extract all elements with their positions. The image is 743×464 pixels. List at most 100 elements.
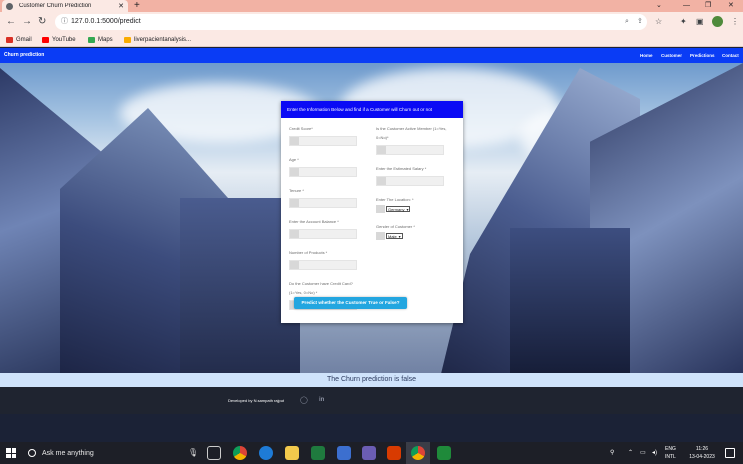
bookmark-site-icon [124, 36, 131, 43]
form-right-column: Is the Customer Active Member (1=Yes, 0=… [376, 126, 456, 251]
form-left-column: Credit Score* Age * Tenure * Enter the A… [289, 126, 369, 321]
field-label: Enter the Account Balance * [289, 219, 339, 224]
store-icon[interactable] [337, 446, 351, 460]
linkedin-icon[interactable]: in [319, 396, 324, 405]
field-label: Enter the Estimated Salary * [376, 166, 427, 171]
share-icon[interactable]: ⇪ [637, 14, 643, 30]
edge-icon[interactable] [259, 446, 273, 460]
page-footer: Developed by N.sampath rajput ◯ in [0, 387, 743, 414]
site-favicon-icon [6, 2, 13, 10]
active-member-input[interactable] [376, 145, 444, 155]
active-member-field: Is the Customer Active Member (1=Yes, 0=… [376, 126, 456, 155]
show-hidden-icons[interactable]: ⌃ [628, 442, 633, 464]
windows-start-icon[interactable] [6, 448, 16, 458]
location-select[interactable]: Germany ▾ [386, 206, 411, 212]
forward-arrow-icon[interactable]: → [22, 15, 32, 29]
location-value: Germany [388, 206, 405, 212]
maps-icon [88, 36, 95, 43]
salary-input[interactable] [376, 176, 444, 186]
age-field: Age * [289, 157, 369, 177]
site-info-icon[interactable]: ⓘ [61, 14, 68, 30]
address-bar[interactable]: ⓘ 127.0.0.1:5000/predict ⌕ ⇪ [55, 14, 647, 30]
field-label: Credit Score* [289, 126, 313, 131]
browser-menu-icon[interactable]: ⋮ [731, 15, 739, 29]
products-input[interactable] [289, 260, 357, 270]
volume-icon[interactable]: ◂) [652, 442, 657, 464]
close-window-icon[interactable]: ✕ [728, 0, 734, 12]
nav-customer[interactable]: Customer [661, 48, 682, 63]
task-view-icon[interactable] [207, 446, 221, 460]
products-field: Number of Products * [289, 250, 369, 270]
gender-value: Male [388, 233, 397, 239]
prediction-form: Enter the Information Below and find if … [281, 101, 463, 323]
bookmark-gmail[interactable]: Gmail [6, 33, 32, 46]
nav-contact[interactable]: Contact [722, 48, 739, 63]
skyscraper [510, 228, 630, 378]
extensions-icon[interactable]: ✦ [680, 15, 687, 29]
system-clock[interactable]: 11:26 13-04-2023 [687, 445, 717, 461]
credit-score-field: Credit Score* [289, 126, 369, 146]
tenure-input[interactable] [289, 198, 357, 208]
tenure-field: Tenure * [289, 188, 369, 208]
network-icon[interactable]: ▭ [640, 442, 646, 464]
minimize-icon[interactable]: — [683, 0, 690, 12]
excel-icon[interactable] [311, 446, 325, 460]
form-header: Enter the Information Below and find if … [281, 101, 463, 118]
predict-button[interactable]: Predict whether the Customer True or Fal… [294, 297, 407, 309]
tab-search-icon[interactable]: ⌄ [656, 0, 662, 12]
new-tab-icon[interactable]: + [134, 0, 140, 11]
field-label: 0=No)* [376, 135, 389, 140]
clock-date: 13-04-2023 [689, 454, 715, 460]
file-explorer-icon[interactable] [285, 446, 299, 460]
field-label: (1=Yes, 0=No) * [289, 290, 318, 295]
balance-input[interactable] [289, 229, 357, 239]
bookmark-liverpacient[interactable]: liverpacientanalysis... [124, 33, 191, 46]
brand-title[interactable]: Churn prediction [4, 48, 44, 63]
bookmark-maps[interactable]: Maps [88, 33, 113, 46]
bookmarks-bar: Gmail YouTube Maps liverpacientanalysis.… [0, 33, 743, 47]
lang-layout: INTL [665, 454, 676, 460]
nav-home[interactable]: Home [640, 48, 653, 63]
github-icon[interactable]: ◯ [300, 396, 308, 405]
chevron-down-icon: ▾ [406, 206, 409, 212]
tab-title: Customer Churn Prediction [19, 3, 92, 9]
browser-tab[interactable]: Customer Churn Prediction ✕ [2, 0, 128, 12]
credit-score-input[interactable] [289, 136, 357, 146]
field-label: Do the Customer have Credit Card? [289, 281, 353, 286]
gender-select[interactable]: Male ▾ [386, 233, 403, 239]
side-panel-icon[interactable]: ▣ [696, 15, 704, 29]
back-arrow-icon[interactable]: ← [6, 15, 16, 29]
field-label: Enter The Location: * [376, 197, 414, 202]
field-label: Is the Customer Active Member (1=Yes, [376, 126, 447, 131]
microphone-icon[interactable]: 🎙 [188, 442, 198, 464]
pycharm-icon[interactable] [437, 446, 451, 460]
maximize-icon[interactable]: ❐ [705, 0, 711, 12]
chrome-icon[interactable] [233, 446, 247, 460]
bookmark-youtube[interactable]: YouTube [42, 33, 76, 46]
taskbar-search[interactable]: Ask me anything [24, 442, 202, 464]
nav-predictions[interactable]: Predictions [690, 48, 715, 63]
app-icon[interactable] [362, 446, 376, 460]
location-select-wrap: Germany ▾ [376, 205, 456, 213]
notification-icon[interactable] [725, 448, 735, 458]
language-indicator[interactable]: ENG INTL [665, 445, 676, 461]
zoom-icon[interactable]: ⌕ [625, 14, 629, 30]
tab-strip: Customer Churn Prediction ✕ + ⌄ — ❐ ✕ [0, 0, 743, 12]
age-input[interactable] [289, 167, 357, 177]
chrome-active-icon[interactable] [411, 446, 425, 460]
profile-avatar[interactable] [712, 16, 723, 27]
people-icon[interactable]: ⚲ [610, 442, 614, 464]
wps-icon[interactable] [387, 446, 401, 460]
chevron-down-icon: ▾ [398, 233, 401, 239]
close-tab-icon[interactable]: ✕ [118, 2, 124, 10]
gender-field: Gender of Customer * Male ▾ [376, 224, 456, 240]
gmail-icon [6, 36, 13, 43]
lang-code: ENG [665, 446, 676, 452]
reload-icon[interactable]: ↻ [38, 15, 46, 29]
footer-credit: Developed by N.sampath rajput [228, 398, 285, 403]
bookmark-label: YouTube [52, 36, 76, 43]
location-field: Enter The Location: * Germany ▾ [376, 197, 456, 213]
bookmark-star-icon[interactable]: ☆ [655, 15, 662, 29]
cortana-icon [28, 449, 36, 457]
bookmark-label: liverpacientanalysis... [134, 36, 192, 43]
